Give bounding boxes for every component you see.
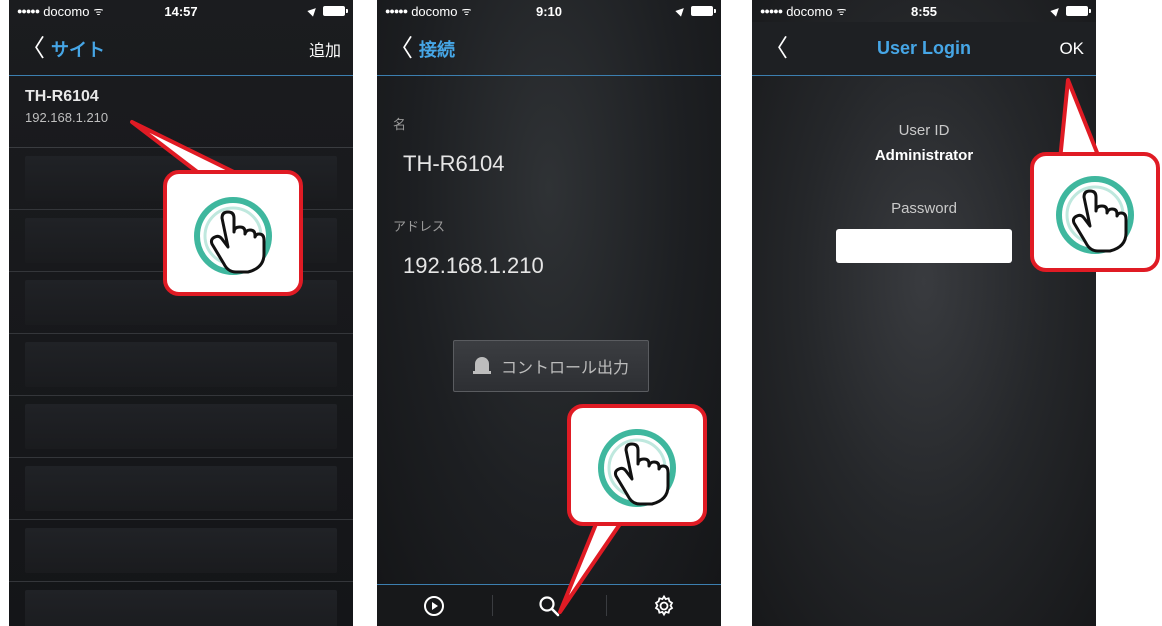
tap-hand-icon bbox=[1056, 176, 1134, 254]
tap-hand-icon bbox=[598, 429, 676, 507]
tap-callout-site bbox=[163, 170, 303, 296]
tap-callout-ok bbox=[1030, 152, 1160, 272]
tap-hand-icon bbox=[194, 197, 272, 275]
callout-pointers bbox=[130, 78, 1102, 614]
tap-callout-search bbox=[567, 404, 707, 526]
